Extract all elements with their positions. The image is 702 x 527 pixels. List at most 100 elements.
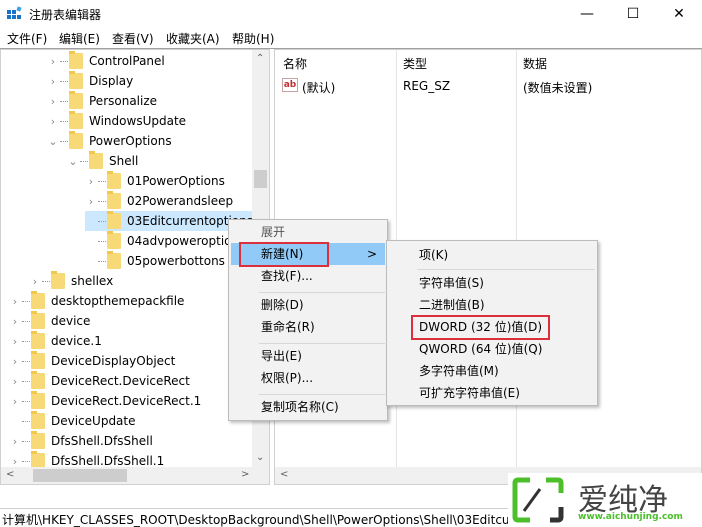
tree-item[interactable]: › DfsShell.DfsShell: [9, 431, 153, 451]
folder-icon: [31, 291, 45, 309]
chevron-right-icon[interactable]: ›: [9, 455, 21, 468]
submenu-string-value[interactable]: 字符串值(S): [389, 272, 595, 294]
tree-item[interactable]: › 02Powerandsleep: [85, 191, 233, 211]
tree-item[interactable]: › device: [9, 311, 90, 331]
menu-edit[interactable]: 编辑(E): [59, 30, 100, 47]
tree-item-label: WindowsUpdate: [89, 114, 187, 128]
submenu-key[interactable]: 项(K): [389, 244, 595, 266]
tree-connector: [22, 360, 30, 362]
tree-connector: [98, 200, 106, 202]
close-button[interactable]: ✕: [656, 0, 702, 28]
chevron-right-icon[interactable]: ›: [9, 435, 21, 448]
menu-help[interactable]: 帮助(H): [232, 30, 274, 47]
tree-item-label: DeviceDisplayObject: [51, 354, 176, 368]
watermark-logo: 爱纯净 www.aichunjing.com: [508, 473, 702, 527]
menu-copy-key-name[interactable]: 复制项名称(C): [231, 396, 385, 418]
chevron-right-icon[interactable]: ›: [9, 335, 21, 348]
tree-item-label: DeviceUpdate: [51, 414, 136, 428]
tree-item-label: DfsShell.DfsShell.1: [51, 454, 165, 468]
chevron-right-icon[interactable]: ›: [9, 375, 21, 388]
menu-file[interactable]: 文件(F): [7, 30, 47, 47]
scroll-right-icon[interactable]: >: [241, 469, 249, 480]
tree-horizontal-scrollbar[interactable]: < >: [1, 467, 269, 484]
chevron-down-icon[interactable]: ⌄: [47, 135, 59, 148]
maximize-button[interactable]: ☐: [610, 0, 656, 28]
menu-permissions[interactable]: 权限(P)...: [231, 367, 385, 389]
chevron-right-icon[interactable]: ›: [9, 315, 21, 328]
tree-item[interactable]: › DeviceRect.DeviceRect: [9, 371, 190, 391]
folder-icon: [31, 431, 45, 449]
scroll-down-icon[interactable]: ⌄: [256, 452, 264, 463]
chevron-right-icon[interactable]: ›: [9, 395, 21, 408]
tree-item[interactable]: 04advpoweroptions: [85, 231, 245, 251]
chevron-right-icon[interactable]: ›: [47, 115, 59, 128]
tree-item[interactable]: › shellex: [29, 271, 113, 291]
column-header-name[interactable]: 名称: [283, 55, 307, 72]
tree-item-label: 02Powerandsleep: [127, 194, 234, 208]
chevron-right-icon[interactable]: ›: [85, 175, 97, 188]
tree-item-label: ControlPanel: [89, 54, 165, 68]
tree-vscroll-thumb[interactable]: [254, 170, 267, 188]
chevron-right-icon[interactable]: ›: [47, 95, 59, 108]
minimize-button[interactable]: —: [564, 0, 610, 28]
chevron-right-icon[interactable]: ›: [47, 75, 59, 88]
menu-view[interactable]: 查看(V): [112, 30, 154, 47]
tree-item-label: Display: [89, 74, 134, 88]
chevron-right-icon[interactable]: ›: [85, 195, 97, 208]
tree-item[interactable]: › desktopthemepackfile: [9, 291, 184, 311]
value-name[interactable]: (默认): [302, 79, 335, 96]
folder-icon: [69, 91, 83, 109]
folder-icon: [69, 51, 83, 69]
menu-rename[interactable]: 重命名(R): [231, 316, 385, 338]
folder-icon: [69, 71, 83, 89]
menu-export[interactable]: 导出(E): [231, 345, 385, 367]
scroll-left-icon[interactable]: <: [6, 469, 14, 480]
column-header-type[interactable]: 类型: [403, 55, 427, 72]
menu-expand[interactable]: 展开: [231, 221, 385, 243]
menu-favorites[interactable]: 收藏夹(A): [166, 30, 220, 47]
chevron-right-icon[interactable]: ›: [9, 355, 21, 368]
tree-item[interactable]: › DeviceRect.DeviceRect.1: [9, 391, 201, 411]
scroll-up-icon[interactable]: ⌃: [256, 53, 264, 64]
tree-connector: [80, 160, 88, 162]
tree-item[interactable]: ⌄ PowerOptions: [47, 131, 172, 151]
chevron-right-icon[interactable]: ›: [9, 295, 21, 308]
column-header-data[interactable]: 数据: [523, 55, 547, 72]
tree-item[interactable]: › 01PowerOptions: [85, 171, 225, 191]
scroll-left-icon[interactable]: <: [280, 469, 288, 480]
tree-connector: [98, 260, 106, 262]
tree-item[interactable]: › device.1: [9, 331, 102, 351]
tree-item[interactable]: 05powerbottons: [85, 251, 225, 271]
tree-item-label: DeviceRect.DeviceRect.1: [51, 394, 202, 408]
tree-item[interactable]: › WindowsUpdate: [47, 111, 186, 131]
folder-icon: [31, 311, 45, 329]
submenu-qword-value[interactable]: QWORD (64 位)值(Q): [389, 338, 595, 360]
tree-item[interactable]: › DeviceDisplayObject: [9, 351, 175, 371]
menu-find[interactable]: 查找(F)...: [231, 265, 385, 287]
chevron-right-icon[interactable]: ›: [47, 55, 59, 68]
menu-delete[interactable]: 删除(D): [231, 294, 385, 316]
submenu-binary-value[interactable]: 二进制值(B): [389, 294, 595, 316]
tree-item[interactable]: DeviceUpdate: [9, 411, 136, 431]
string-value-icon: ab: [282, 78, 298, 92]
menu-separator: [259, 394, 385, 395]
submenu-expandable-string-value[interactable]: 可扩充字符串值(E): [389, 382, 595, 404]
menu-separator: [259, 343, 385, 344]
tree-connector: [98, 220, 106, 222]
tree-item[interactable]: ⌄ Shell: [67, 151, 138, 171]
folder-icon: [107, 211, 121, 229]
tree-item[interactable]: › Display: [47, 71, 133, 91]
tree-connector: [98, 240, 106, 242]
chevron-right-icon[interactable]: ›: [29, 275, 41, 288]
folder-icon: [31, 391, 45, 409]
folder-icon: [107, 171, 121, 189]
tree-item[interactable]: › ControlPanel: [47, 51, 165, 71]
tree-connector: [22, 400, 30, 402]
submenu-multi-string-value[interactable]: 多字符串值(M): [389, 360, 595, 382]
chevron-down-icon[interactable]: ⌄: [67, 155, 79, 168]
minimize-icon: —: [580, 6, 594, 22]
window-title: 注册表编辑器: [29, 8, 102, 22]
folder-icon: [31, 351, 45, 369]
tree-hscroll-thumb[interactable]: [33, 469, 127, 482]
tree-item[interactable]: › Personalize: [47, 91, 157, 111]
